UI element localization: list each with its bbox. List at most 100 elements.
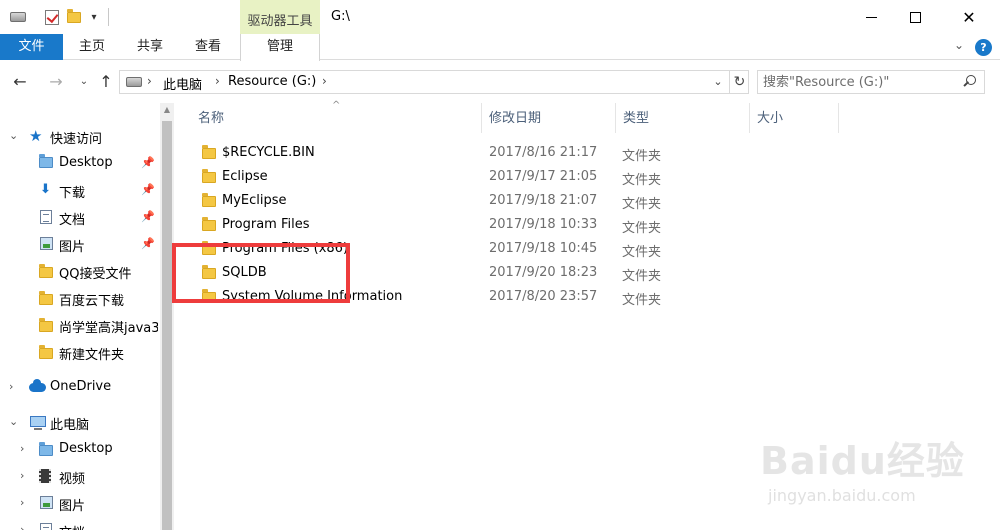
nav-item-pc-pictures[interactable]: › 图片: [0, 490, 160, 516]
column-name[interactable]: 名称: [192, 103, 482, 133]
nav-item-pc-desktop[interactable]: › Desktop: [0, 436, 160, 462]
nav-item-label: 快速访问: [50, 132, 103, 147]
expand-ribbon-chevron-icon[interactable]: ⌄: [954, 38, 964, 52]
file-type: 文件夹: [622, 269, 662, 284]
search-input[interactable]: [763, 73, 953, 91]
file-row[interactable]: Program Files 2017/9/18 10:33 文件夹: [174, 214, 985, 238]
customize-toolbar-chevron-down-icon[interactable]: ▾: [87, 8, 101, 26]
collapsed-chevron-icon[interactable]: ›: [20, 496, 24, 509]
nav-item-label: Desktop: [59, 155, 113, 170]
expanded-chevron-icon[interactable]: ⌄: [9, 415, 18, 428]
minimize-icon: [865, 16, 877, 18]
nav-item-label: 视频: [59, 472, 86, 487]
collapsed-chevron-icon[interactable]: ›: [20, 442, 24, 455]
pin-icon[interactable]: 📌: [141, 183, 155, 196]
watermark-brand: Baidu经验: [760, 439, 965, 483]
pin-icon[interactable]: 📌: [141, 210, 155, 223]
nav-item-onedrive[interactable]: › OneDrive: [0, 374, 160, 400]
address-history-chevron-icon[interactable]: ⌄: [708, 71, 728, 93]
minimize-button[interactable]: [847, 0, 895, 34]
nav-item-label: 下载: [59, 186, 86, 201]
file-date: 2017/9/17 21:05: [489, 169, 598, 184]
nav-item-videos[interactable]: › 视频: [0, 463, 160, 489]
new-folder-icon[interactable]: [65, 8, 83, 26]
navigation-scrollbar[interactable]: ▲: [160, 103, 174, 530]
file-row[interactable]: MyEclipse 2017/9/18 21:07 文件夹: [174, 190, 985, 214]
file-row[interactable]: Eclipse 2017/9/17 21:05 文件夹: [174, 166, 985, 190]
tab-manage[interactable]: 管理: [240, 34, 320, 61]
nav-item-quick-access[interactable]: ⌄ ★ 快速访问: [0, 123, 160, 149]
column-type[interactable]: 类型: [617, 103, 750, 133]
breadcrumb-separator-icon[interactable]: ›: [322, 74, 327, 88]
breadcrumb-this-pc[interactable]: 此电脑: [163, 74, 202, 93]
nav-item-downloads[interactable]: ⬇ 下载 📌: [0, 177, 160, 203]
nav-item-this-pc[interactable]: ⌄ 此电脑: [0, 409, 160, 435]
tab-share[interactable]: 共享: [125, 34, 175, 60]
nav-item-documents[interactable]: 文档 📌: [0, 204, 160, 230]
nav-item-label: 此电脑: [50, 418, 90, 433]
nav-item-label: 图片: [59, 499, 86, 514]
properties-icon[interactable]: [43, 8, 61, 26]
up-arrow-icon[interactable]: ↑: [96, 72, 116, 92]
this-pc-icon: [30, 416, 46, 430]
help-icon[interactable]: ?: [975, 39, 992, 56]
file-date: 2017/9/18 21:07: [489, 193, 598, 208]
column-size[interactable]: 大小: [751, 103, 839, 133]
nav-item-label: QQ接受文件: [59, 267, 132, 282]
file-type: 文件夹: [622, 173, 662, 188]
address-bar[interactable]: › 此电脑 › Resource (G:) › ⌄ ↻: [119, 70, 749, 94]
tab-file[interactable]: 文件: [0, 34, 63, 60]
window-title: G:\: [331, 9, 350, 24]
drive-icon[interactable]: [9, 8, 27, 26]
nav-item-label: 百度云下载: [59, 294, 125, 309]
nav-item-desktop[interactable]: Desktop 📌: [0, 150, 160, 176]
search-icon[interactable]: [961, 75, 977, 91]
picture-icon: [40, 237, 53, 250]
breadcrumb-separator-icon[interactable]: ›: [147, 74, 152, 88]
file-name: MyEclipse: [222, 193, 287, 208]
file-date: 2017/9/20 18:23: [489, 265, 598, 280]
column-header: ^ 名称 修改日期 类型 大小: [174, 100, 985, 133]
breadcrumb-separator-icon[interactable]: ›: [215, 74, 220, 88]
back-arrow-icon[interactable]: ←: [10, 72, 30, 92]
nav-item-baidu-downloads[interactable]: 百度云下载: [0, 285, 160, 311]
collapsed-chevron-icon[interactable]: ›: [20, 523, 24, 530]
tab-home[interactable]: 主页: [67, 34, 117, 60]
breadcrumb-resource-g[interactable]: Resource (G:): [228, 74, 316, 89]
forward-arrow-icon[interactable]: →: [46, 72, 66, 92]
collapsed-chevron-icon[interactable]: ›: [9, 380, 13, 393]
file-type: 文件夹: [622, 197, 662, 212]
nav-item-label: 图片: [59, 240, 86, 255]
watermark-url: jingyan.baidu.com: [768, 486, 916, 505]
file-row[interactable]: $RECYCLE.BIN 2017/8/16 21:17 文件夹: [174, 142, 985, 166]
recent-locations-chevron-icon[interactable]: ⌄: [74, 72, 94, 92]
file-date: 2017/8/16 21:17: [489, 145, 598, 160]
refresh-icon[interactable]: ↻: [729, 71, 749, 93]
expanded-chevron-icon[interactable]: ⌄: [9, 129, 18, 142]
close-icon: ✕: [962, 7, 976, 27]
nav-item-sxt-java[interactable]: 尚学堂高淇java3: [0, 312, 160, 338]
nav-item-new-folder[interactable]: 新建文件夹: [0, 339, 160, 365]
file-name: Program Files: [222, 217, 310, 232]
folder-icon: [202, 169, 216, 183]
download-icon: ⬇: [40, 182, 51, 197]
scrollbar-thumb[interactable]: [162, 121, 172, 530]
tab-view[interactable]: 查看: [183, 34, 233, 60]
picture-icon: [40, 496, 53, 509]
file-name: Eclipse: [222, 169, 268, 184]
pin-icon[interactable]: 📌: [141, 156, 155, 169]
navigation-bar: ← → ⌄ ↑ › 此电脑 › Resource (G:) › ⌄ ↻: [0, 61, 1000, 103]
column-date-modified[interactable]: 修改日期: [483, 103, 616, 133]
pin-icon[interactable]: 📌: [141, 237, 155, 250]
close-button[interactable]: ✕: [945, 0, 993, 34]
folder-icon: [202, 145, 216, 159]
nav-item-qq-files[interactable]: QQ接受文件: [0, 258, 160, 284]
nav-item-pc-documents[interactable]: › 文档: [0, 517, 160, 530]
baidu-watermark: Baidu经验 jingyan.baidu.com: [760, 430, 990, 525]
search-box[interactable]: [757, 70, 985, 94]
maximize-button[interactable]: [891, 0, 939, 34]
nav-item-pictures[interactable]: 图片 📌: [0, 231, 160, 257]
collapsed-chevron-icon[interactable]: ›: [20, 469, 24, 482]
drive-tools-label: 驱动器工具: [247, 14, 313, 29]
scroll-up-arrow-icon[interactable]: ▲: [160, 105, 174, 114]
